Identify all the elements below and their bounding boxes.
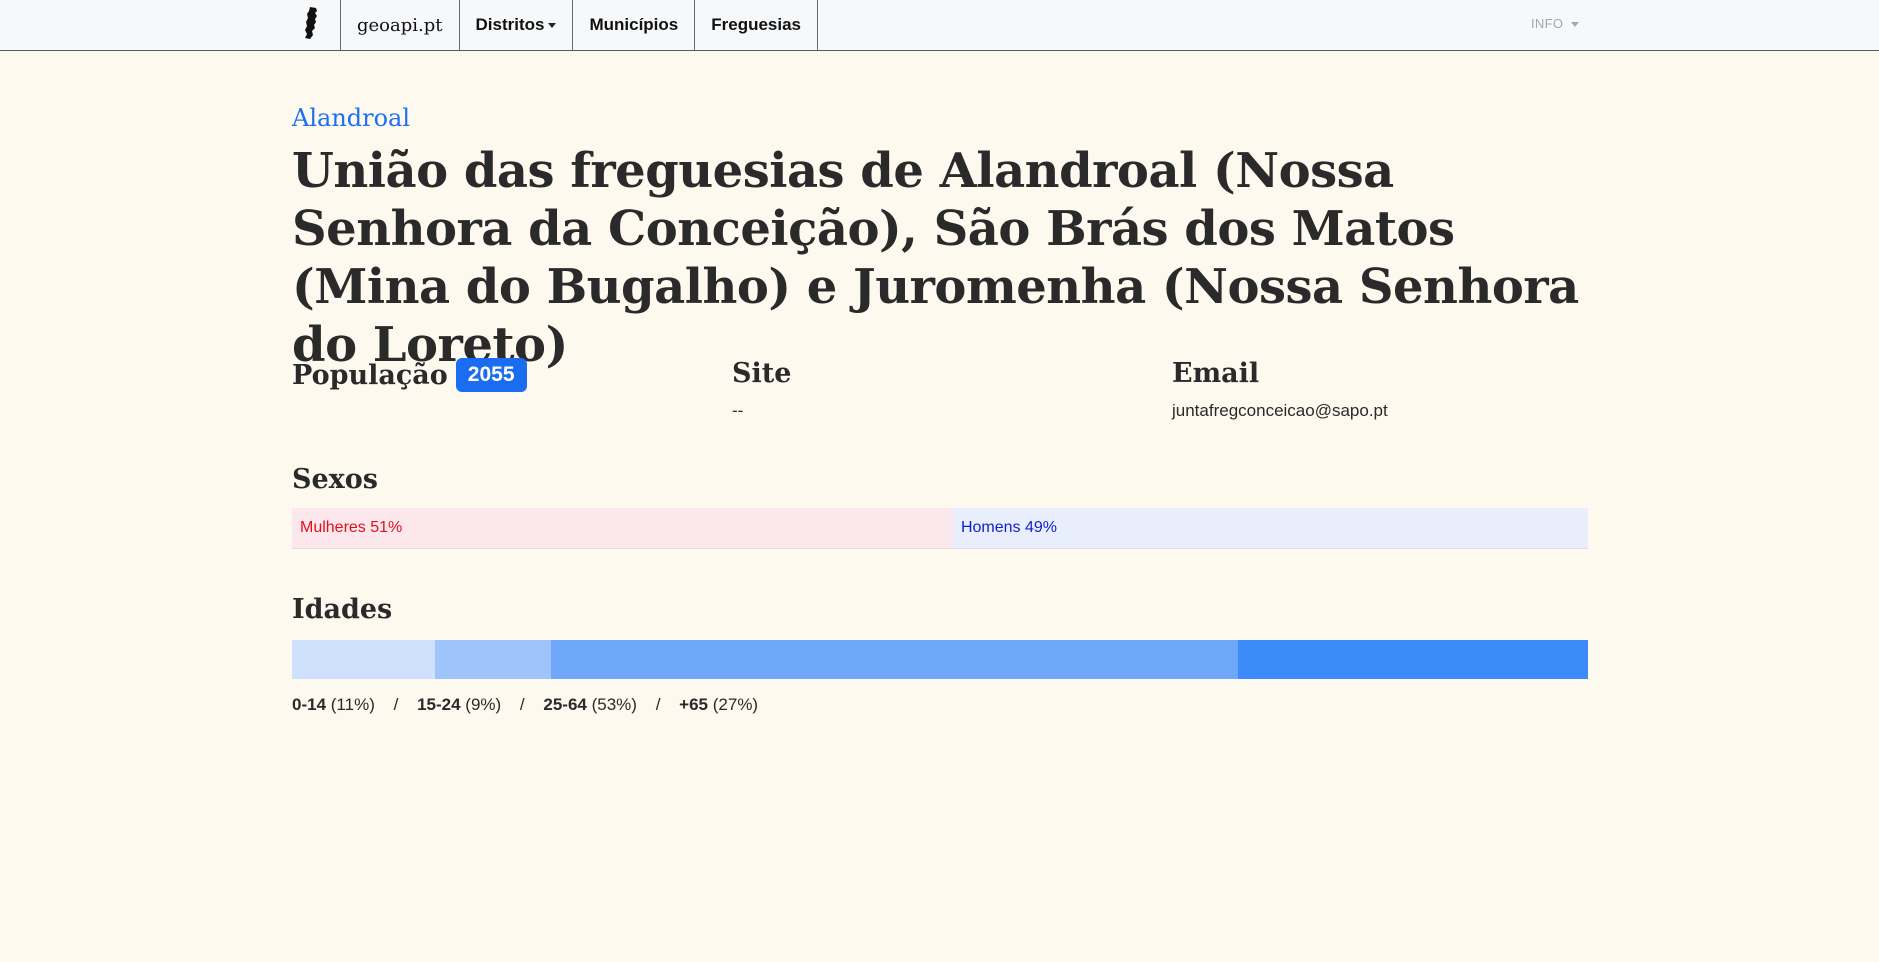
- population-badge: 2055: [455, 358, 527, 392]
- site-heading: Site: [732, 358, 792, 389]
- age-range-label: 25-64: [543, 695, 587, 714]
- age-segment-2: [551, 640, 1239, 679]
- age-percent-label: (27%): [712, 695, 759, 714]
- separator: /: [655, 695, 661, 714]
- info-dropdown[interactable]: INFO: [1531, 16, 1580, 31]
- caret-down-icon: [1571, 22, 1580, 28]
- age-range-label: 0-14: [292, 695, 327, 714]
- nav-item-label: Freguesias: [711, 15, 802, 34]
- page-title: União das freguesias de Alandroal (Nossa…: [292, 143, 1579, 373]
- top-navbar: geoapi.pt Distritos Municípios Freguesia…: [0, 0, 1879, 51]
- ages-heading: Idades: [292, 594, 393, 625]
- portugal-map-icon: [302, 6, 322, 45]
- separator: /: [393, 695, 399, 714]
- site-value: --: [732, 401, 744, 420]
- info-row: População 2055 Site -- Email juntafregco…: [292, 358, 1588, 438]
- age-segment-3: [1238, 640, 1588, 679]
- parent-municipality-link[interactable]: Alandroal: [292, 104, 410, 132]
- nav-item-label: Municípios: [589, 15, 679, 34]
- age-segment-1: [434, 640, 552, 679]
- info-label: INFO: [1531, 16, 1564, 31]
- nav-item-distritos[interactable]: Distritos: [460, 0, 574, 50]
- email-block: Email juntafregconceicao@sapo.pt: [1172, 358, 1388, 421]
- nav-item-municipios[interactable]: Municípios: [573, 0, 696, 50]
- age-percent-label: (53%): [591, 695, 637, 714]
- population-heading: População 2055: [292, 358, 527, 392]
- nav-item-freguesias[interactable]: Freguesias: [695, 0, 819, 50]
- nav-item-label: Distritos: [475, 15, 545, 34]
- population-label: População: [292, 359, 448, 391]
- age-percent-label: (11%): [330, 695, 375, 714]
- female-segment: Mulheres 51%: [292, 508, 953, 548]
- site-block: Site --: [732, 358, 791, 421]
- age-range-label: 15-24: [417, 695, 461, 714]
- home-logo-link[interactable]: [292, 0, 341, 50]
- male-segment: Homens 49%: [952, 508, 1588, 548]
- age-segment-0: [292, 640, 435, 679]
- brand-label: geoapi.pt: [357, 14, 443, 36]
- ages-legend: 0-14 (11%) / 15-24 (9%) / 25-64 (53%) / …: [292, 695, 758, 715]
- separator: /: [519, 695, 525, 714]
- email-value[interactable]: juntafregconceicao@sapo.pt: [1172, 401, 1388, 421]
- caret-down-icon: [548, 22, 557, 28]
- ages-bar: [292, 640, 1588, 679]
- sexes-bar: Mulheres 51% Homens 49%: [292, 508, 1588, 549]
- sexes-heading: Sexos: [292, 464, 378, 495]
- brand-link[interactable]: geoapi.pt: [341, 0, 460, 50]
- age-percent-label: (9%): [465, 695, 502, 714]
- main-content: Alandroal União das freguesias de Alandr…: [292, 104, 1588, 714]
- email-heading: Email: [1172, 358, 1260, 389]
- population-block: População 2055: [292, 358, 527, 392]
- nav-menu: geoapi.pt Distritos Municípios Freguesia…: [292, 0, 819, 50]
- age-range-label: +65: [679, 695, 709, 714]
